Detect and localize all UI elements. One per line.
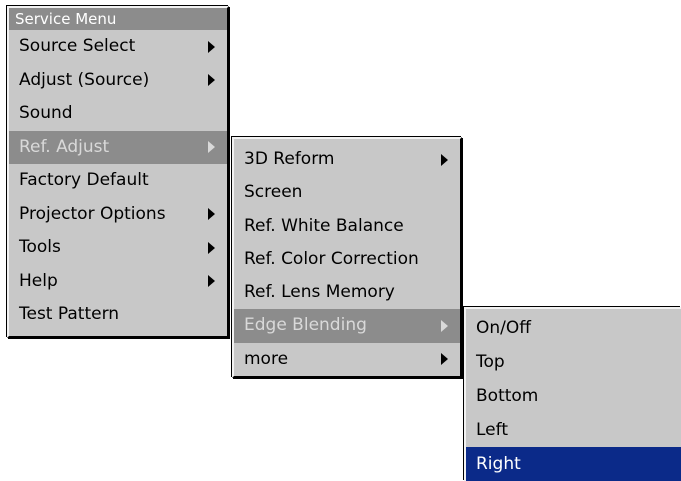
menu-item-label: Ref. Color Correction [244, 248, 419, 269]
menu-item-tools[interactable]: Tools [9, 231, 227, 265]
submenu-arrow-icon [208, 40, 215, 53]
menu-item-3d-reform[interactable]: 3D Reform [234, 143, 460, 176]
menu-item-label: Help [19, 270, 58, 291]
submenu-arrow-icon [441, 353, 448, 366]
menu-item-help[interactable]: Help [9, 265, 227, 299]
menu-item-projector-options[interactable]: Projector Options [9, 198, 227, 232]
submenu-arrow-icon [208, 275, 215, 288]
menu-item-label: Ref. Lens Memory [244, 282, 395, 303]
menu-item-adjust-source[interactable]: Adjust (Source) [9, 64, 227, 98]
menu-item-label: Sound [19, 103, 73, 123]
menu-item-ref-lens-memory[interactable]: Ref. Lens Memory [234, 276, 460, 309]
menu-item-label: more [244, 348, 289, 369]
menu-item-right[interactable]: Right [466, 447, 681, 481]
menu-item-label: Ref. Adjust [19, 136, 110, 157]
submenu-arrow-icon [441, 153, 448, 166]
menu-item-on-off[interactable]: On/Off [466, 311, 681, 345]
menu-item-label: Factory Default [19, 170, 149, 190]
menu-item-label: Tools [19, 237, 61, 257]
menu-item-top[interactable]: Top [466, 345, 681, 379]
ref-adjust-submenu: 3D Reform Screen Ref. White Balance Ref.… [232, 137, 462, 378]
menu-item-label: Top [476, 352, 505, 372]
menu-item-more[interactable]: more [234, 343, 460, 376]
menu-item-screen[interactable]: Screen [234, 176, 460, 209]
menu-item-edge-blending[interactable]: Edge Blending [234, 309, 460, 343]
menu-item-label: Edge Blending [244, 315, 367, 336]
menu-item-label: On/Off [476, 318, 531, 338]
menu-item-label: Adjust (Source) [19, 69, 150, 90]
menu-item-label: Source Select [19, 36, 136, 56]
menu-item-label: Left [476, 420, 508, 440]
menu-item-label: Screen [244, 182, 303, 203]
submenu-arrow-icon [208, 241, 215, 254]
submenu-arrow-icon [208, 208, 215, 221]
menu-item-bottom[interactable]: Bottom [466, 379, 681, 413]
menu-item-label: 3D Reform [244, 149, 335, 169]
service-menu: Service Menu Source Select Adjust (Sourc… [7, 6, 229, 338]
menu-item-left[interactable]: Left [466, 413, 681, 447]
submenu-arrow-icon [441, 320, 448, 333]
menu-item-test-pattern[interactable]: Test Pattern [9, 298, 227, 332]
menu-item-label: Right [476, 454, 521, 474]
menu-item-ref-color-correction[interactable]: Ref. Color Correction [234, 243, 460, 276]
menu-item-sound[interactable]: Sound [9, 97, 227, 131]
menu-item-ref-adjust[interactable]: Ref. Adjust [9, 130, 227, 164]
service-menu-title: Service Menu [9, 8, 227, 30]
menu-item-source-select[interactable]: Source Select [9, 30, 227, 64]
submenu-arrow-icon [208, 141, 215, 154]
menu-item-ref-white-balance[interactable]: Ref. White Balance [234, 210, 460, 243]
menu-item-label: Projector Options [19, 203, 166, 224]
menu-item-label: Test Pattern [19, 304, 120, 324]
submenu-arrow-icon [208, 74, 215, 87]
menu-item-label: Bottom [476, 386, 539, 406]
menu-item-label: Ref. White Balance [244, 215, 404, 236]
menu-item-factory-default[interactable]: Factory Default [9, 164, 227, 198]
edge-blending-submenu: On/Off Top Bottom Left Right [464, 307, 681, 481]
